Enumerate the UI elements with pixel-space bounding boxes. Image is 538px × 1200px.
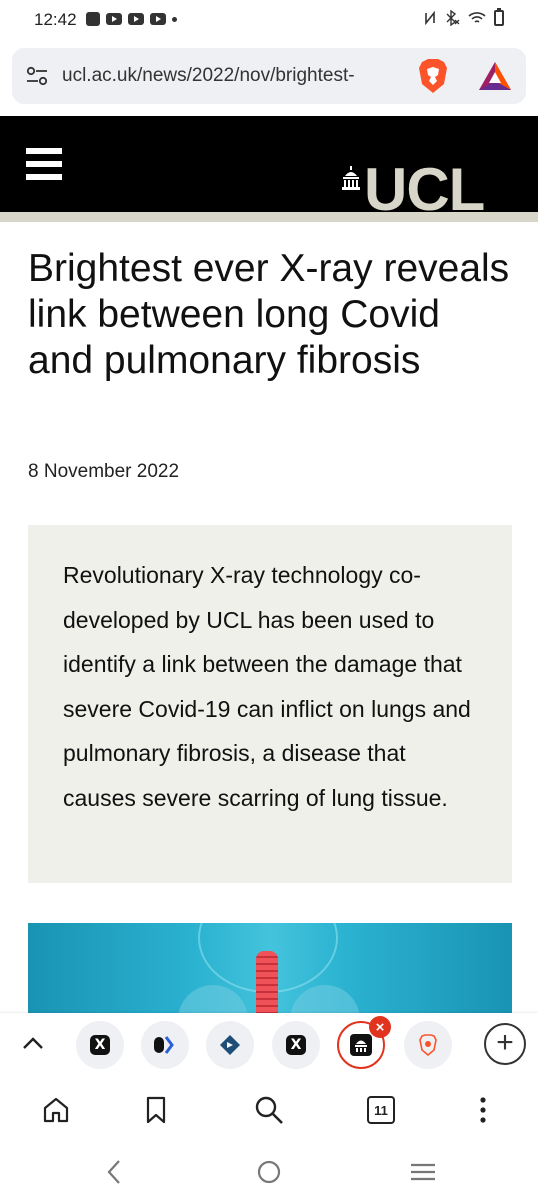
tab-thumbnail-2[interactable] xyxy=(141,1021,189,1069)
tab-count-button[interactable]: 11 xyxy=(367,1096,395,1124)
tab-site-icon-2 xyxy=(154,1036,174,1054)
tab-thumbnail-1[interactable]: X xyxy=(76,1021,124,1069)
battery-icon xyxy=(494,8,504,26)
ucl-tab-icon xyxy=(350,1034,372,1056)
address-bar[interactable]: ucl.ac.uk/news/2022/nov/brightest- xyxy=(12,48,526,104)
hero-lung-right xyxy=(290,985,360,1013)
status-time: 12:42 xyxy=(34,10,77,29)
notification-icons xyxy=(86,11,177,27)
brave-rewards-icon[interactable] xyxy=(478,61,512,91)
article-hero-image[interactable] xyxy=(28,923,512,1013)
x-logo-icon: X xyxy=(286,1035,306,1055)
hero-lung-left xyxy=(178,985,248,1013)
header-stripe xyxy=(0,212,538,222)
alert-icon xyxy=(86,12,100,26)
tab-thumbnail-4[interactable]: X xyxy=(272,1021,320,1069)
new-tab-button[interactable]: + xyxy=(484,1023,526,1065)
chevron-up-icon[interactable] xyxy=(20,1031,46,1057)
x-logo-icon: X xyxy=(90,1035,110,1055)
recents-icon[interactable] xyxy=(408,1159,438,1185)
article-title: Brightest ever X-ray reveals link betwee… xyxy=(28,247,510,382)
ucl-logo-text: UCL xyxy=(364,156,485,223)
tab-thumbnail-6[interactable] xyxy=(404,1021,452,1069)
site-header: UCL xyxy=(0,116,538,220)
site-settings-icon[interactable] xyxy=(26,66,48,86)
bottom-toolbar xyxy=(0,1075,538,1145)
close-tab-icon[interactable]: × xyxy=(369,1016,391,1038)
tab-site-icon-3 xyxy=(220,1035,240,1055)
hamburger-menu-icon[interactable] xyxy=(26,148,62,180)
url-text[interactable]: ucl.ac.uk/news/2022/nov/brightest- xyxy=(62,65,414,89)
article-date: 8 November 2022 xyxy=(28,461,180,482)
portico-dome-icon xyxy=(342,166,360,190)
bluetooth-mute-icon xyxy=(446,10,460,26)
more-menu-icon[interactable] xyxy=(468,1095,498,1125)
wifi-icon xyxy=(468,12,486,23)
tab-strip: X X xyxy=(0,1013,538,1075)
home-icon[interactable] xyxy=(41,1095,71,1125)
status-bar: 12:42 xyxy=(0,0,538,40)
article-summary-box: Revolutionary X-ray technology co-develo… xyxy=(28,525,512,883)
nfc-icon xyxy=(425,11,435,25)
search-icon[interactable] xyxy=(254,1095,284,1125)
hero-trachea xyxy=(256,951,278,1013)
ucl-logo[interactable]: UCL xyxy=(340,160,508,220)
youtube-icon xyxy=(128,13,144,25)
more-dot-icon xyxy=(172,16,177,22)
brave-shields-icon[interactable] xyxy=(416,58,450,94)
system-nav-bar xyxy=(0,1145,538,1200)
youtube-icon xyxy=(106,13,122,25)
tab-thumbnail-3[interactable] xyxy=(206,1021,254,1069)
back-icon[interactable] xyxy=(100,1159,130,1185)
bookmark-icon[interactable] xyxy=(141,1095,171,1125)
system-icons xyxy=(424,8,504,26)
youtube-icon xyxy=(150,13,166,25)
home-circle-icon[interactable] xyxy=(254,1159,284,1185)
article-summary: Revolutionary X-ray technology co-develo… xyxy=(63,562,471,811)
brave-tab-icon xyxy=(419,1034,437,1056)
